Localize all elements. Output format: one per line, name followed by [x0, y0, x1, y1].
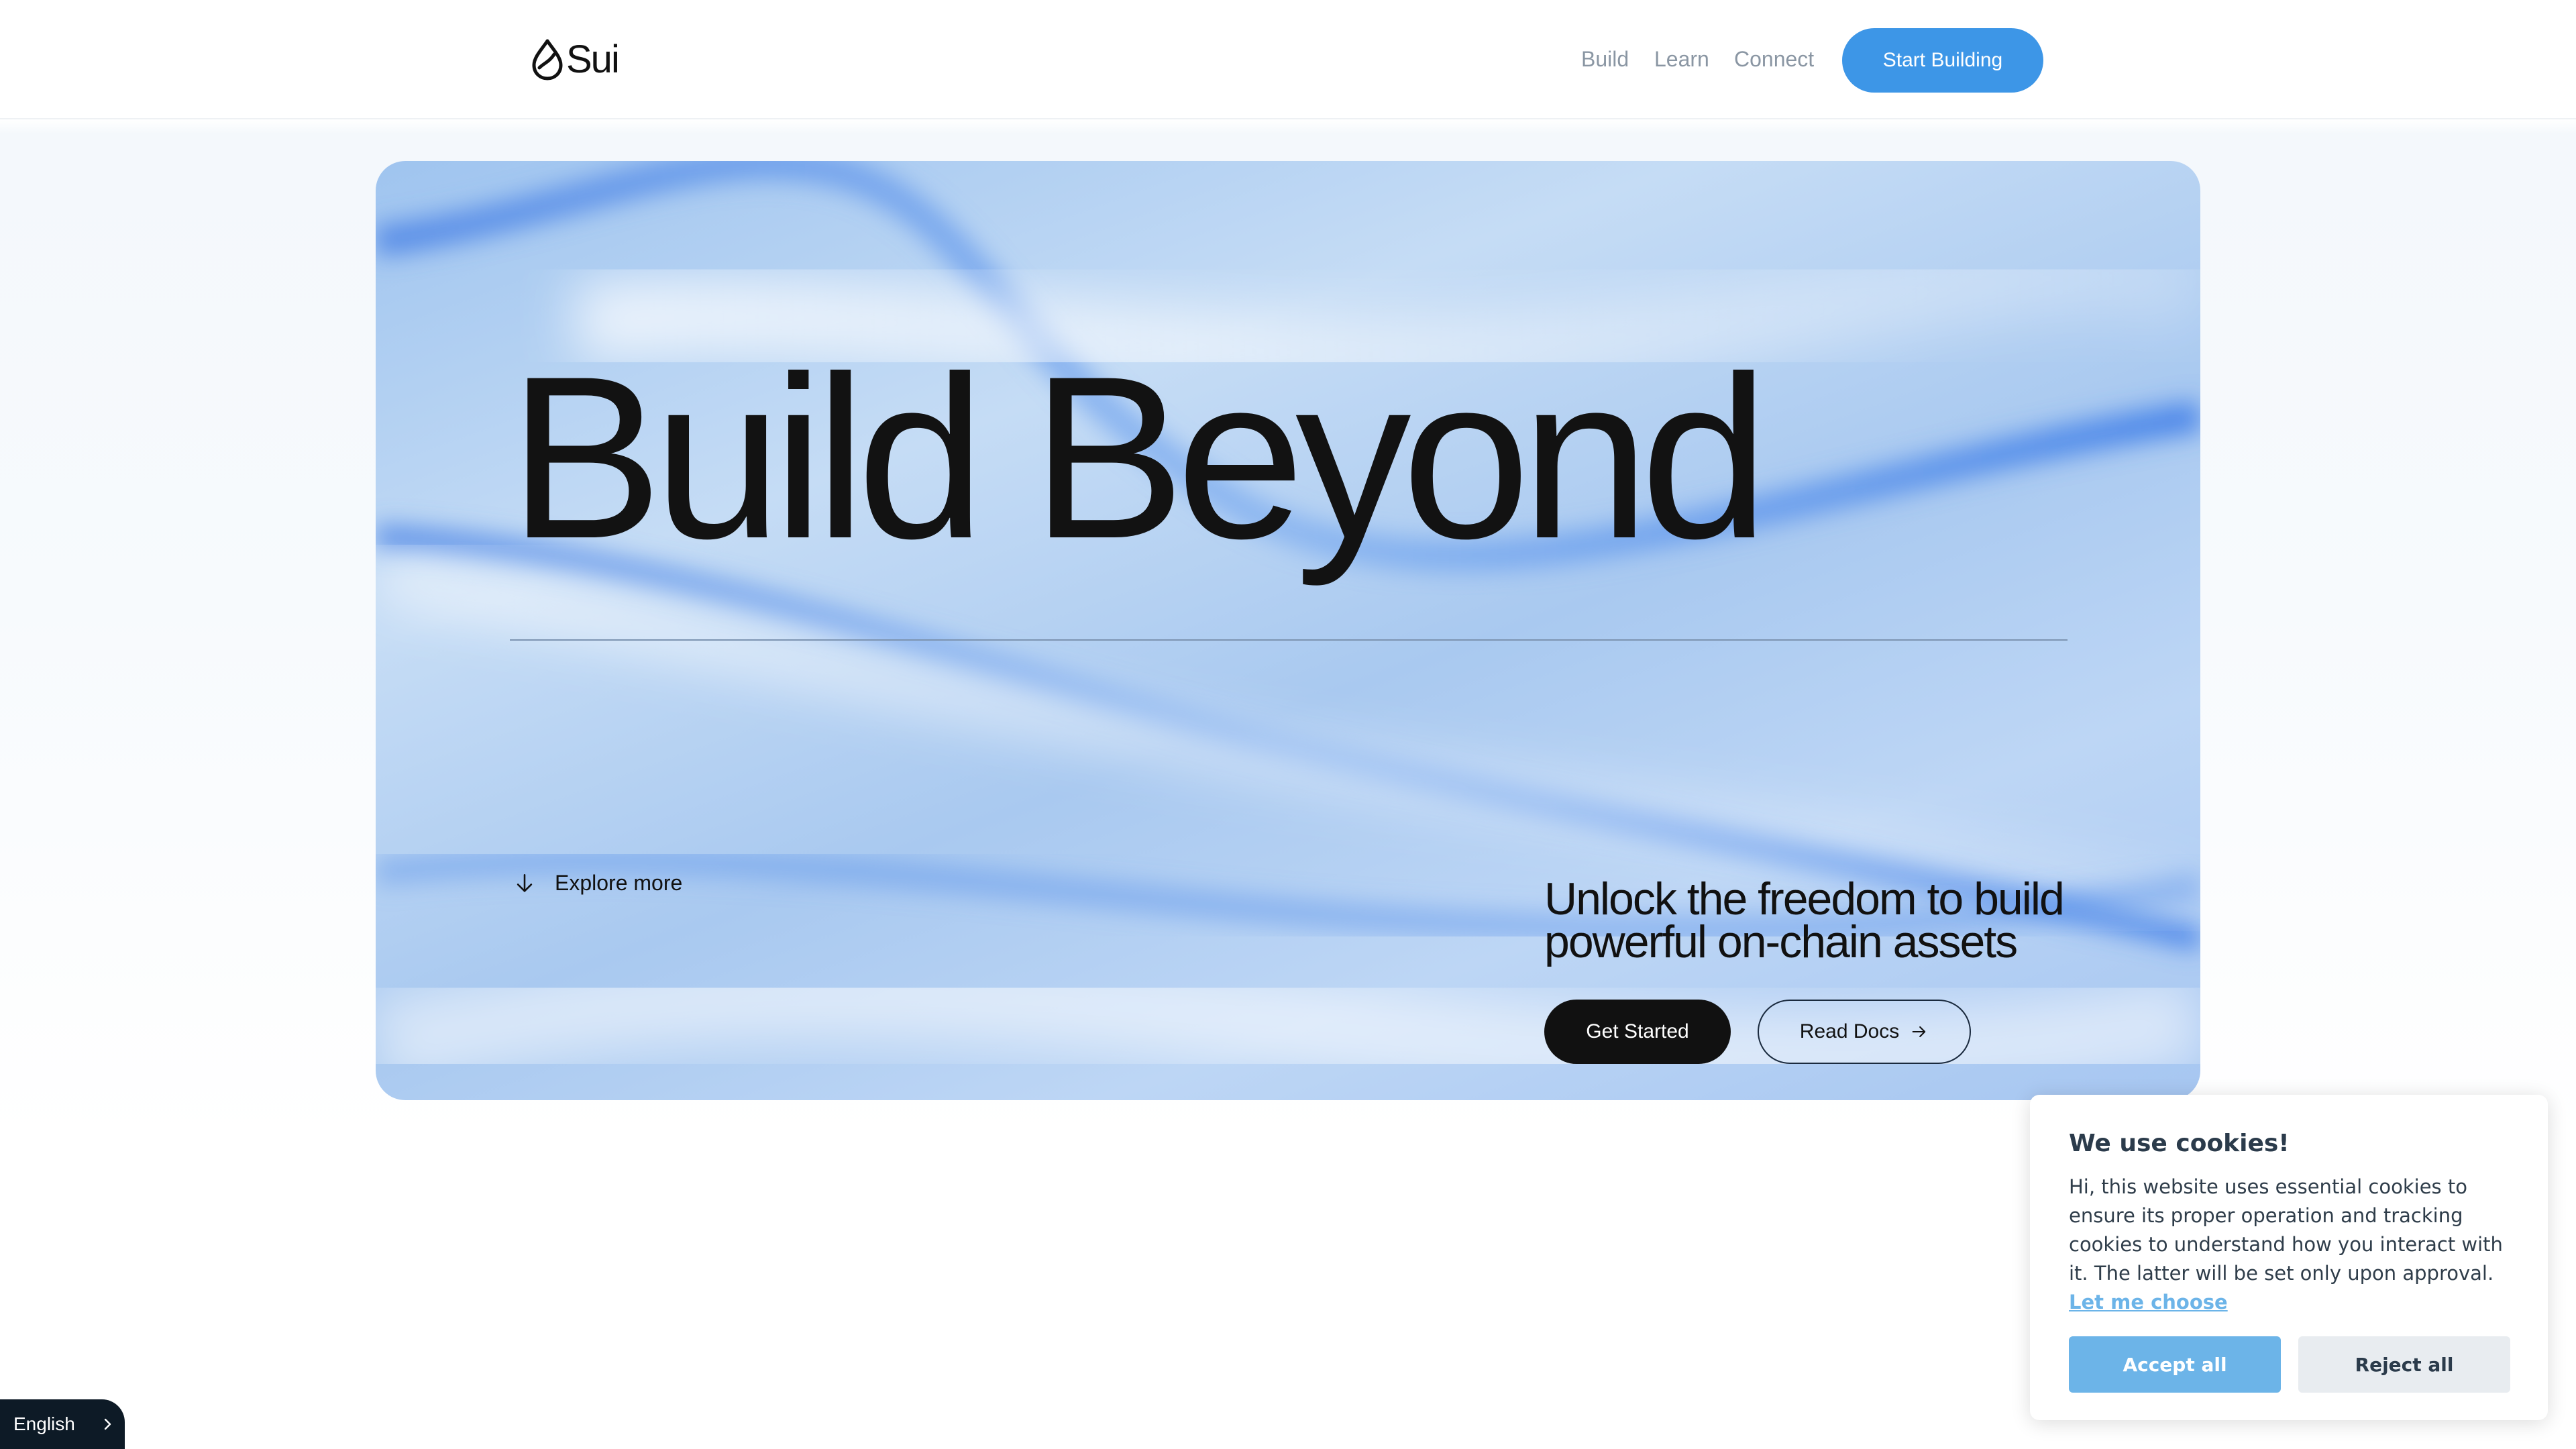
- sui-logo[interactable]: Sui: [530, 36, 620, 83]
- hero-card: Build Beyond Explore more Unlock the fre…: [376, 161, 2200, 1100]
- language-selector[interactable]: English: [0, 1399, 125, 1449]
- site-header: Sui Build Learn Connect Start Building: [0, 0, 2576, 119]
- explore-more-link[interactable]: Explore more: [513, 871, 682, 896]
- cookie-title: We use cookies!: [2069, 1130, 2290, 1157]
- let-me-choose-link[interactable]: Let me choose: [2069, 1291, 2228, 1313]
- accept-all-button[interactable]: Accept all: [2069, 1336, 2281, 1393]
- get-started-button[interactable]: Get Started: [1544, 1000, 1731, 1064]
- cookie-consent-dialog: We use cookies! Hi, this website uses es…: [2030, 1095, 2548, 1420]
- arrow-down-icon: [517, 873, 533, 892]
- arrow-right-icon: [1912, 1026, 1926, 1038]
- read-docs-button[interactable]: Read Docs: [1758, 1000, 1971, 1064]
- read-docs-label: Read Docs: [1799, 1020, 1900, 1042]
- hero-title: Build Beyond: [508, 329, 1769, 587]
- cookie-body-text: Hi, this website uses essential cookies …: [2069, 1175, 2503, 1285]
- language-label: English: [13, 1413, 75, 1434]
- cookie-description: Hi, this website uses essential cookies …: [2069, 1173, 2518, 1317]
- tagline-line-2: powerful on-chain assets: [1544, 916, 2018, 967]
- chevron-right-icon: [104, 1418, 111, 1430]
- nav-build[interactable]: Build: [1581, 47, 1629, 72]
- sui-drop-logo-icon: [532, 39, 563, 80]
- logo-wordmark: Sui: [566, 38, 620, 81]
- page: Sui Build Learn Connect Start Building B…: [0, 0, 2576, 1449]
- nav-learn[interactable]: Learn: [1654, 47, 1709, 72]
- tagline-line-1: Unlock the freedom to build: [1544, 873, 2065, 924]
- explore-more-label: Explore more: [555, 871, 683, 895]
- hero-tagline: Unlock the freedom to build powerful on-…: [1544, 873, 2148, 967]
- start-building-button[interactable]: Start Building: [1842, 28, 2043, 93]
- hero-divider: [510, 639, 2068, 641]
- nav-connect[interactable]: Connect: [1734, 47, 1814, 72]
- reject-all-button[interactable]: Reject all: [2298, 1336, 2510, 1393]
